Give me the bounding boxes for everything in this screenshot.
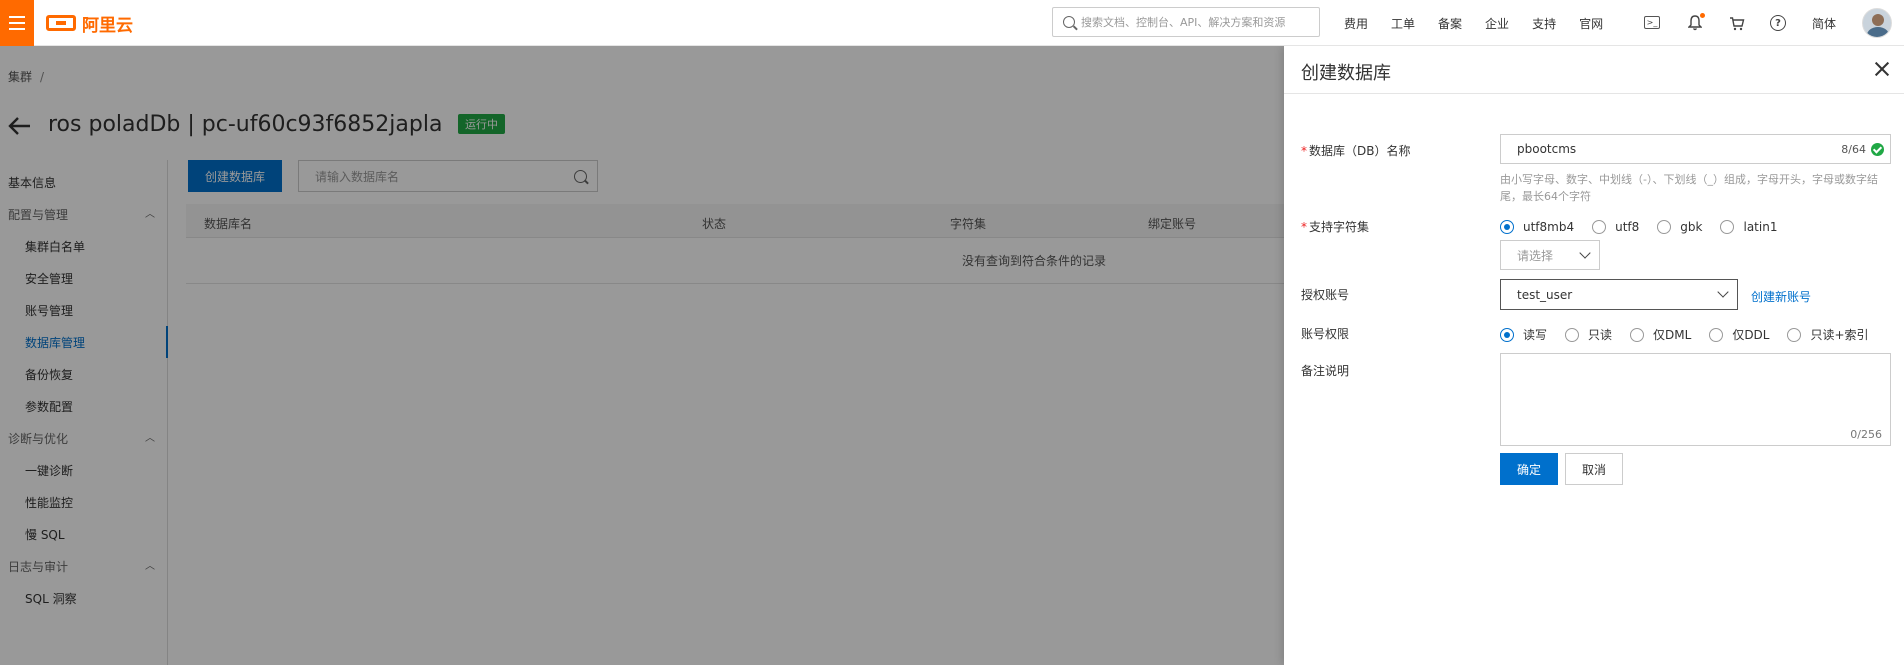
radio-icon [1630,327,1645,342]
help-icon[interactable]: ? [1770,15,1786,31]
create-database-drawer: 创建数据库 * 数据库（DB）名称 pbootcms 8/64 由小写字母、数字、… [1284,46,1904,665]
terminal-icon[interactable]: >_ [1644,16,1660,29]
privilege-option-label: 仅DDL [1732,328,1770,342]
radio-icon [1500,327,1514,342]
privilege-option-ddl-only[interactable]: 仅DDL [1709,326,1769,343]
remark-textarea[interactable]: 0/256 [1500,353,1891,446]
nav-support[interactable]: 支持 [1532,15,1556,32]
modal-overlay[interactable] [0,46,1284,665]
nav-enterprise[interactable]: 企业 [1485,15,1509,32]
account-select[interactable]: test_user [1500,279,1738,310]
aliyun-logo[interactable]: 阿里云 [46,11,133,36]
charset-option-label: latin1 [1743,220,1778,234]
db-name-counter: 8/64 [1841,143,1866,156]
account-value: test_user [1517,287,1573,302]
db-name-value: pbootcms [1517,142,1577,156]
charset-option-gbk[interactable]: gbk [1657,220,1702,234]
menu-icon[interactable] [0,0,34,46]
charset-option-label: gbk [1680,220,1703,234]
remark-counter: 0/256 [1850,428,1882,441]
nav-billing[interactable]: 费用 [1344,15,1368,32]
privilege-option-label: 只读+索引 [1810,328,1869,342]
drawer-title: 创建数据库 [1301,63,1391,84]
cancel-button[interactable]: 取消 [1565,453,1623,485]
radio-icon [1500,220,1514,234]
charset-option-utf8mb4[interactable]: utf8mb4 [1500,220,1574,234]
db-name-label-text: 数据库（DB）名称 [1309,144,1411,158]
charset-label-text: 支持字符集 [1309,220,1370,234]
collation-placeholder: 请选择 [1517,248,1554,263]
account-label: 授权账号 [1301,288,1350,302]
notification-dot [1700,13,1705,18]
privilege-option-read-only[interactable]: 只读 [1565,326,1612,343]
search-icon [1063,16,1075,28]
charset-option-latin1[interactable]: latin1 [1720,220,1777,234]
chevron-down-icon [1579,247,1591,259]
top-nav-links: 费用 工单 备案 企业 支持 官网 [1344,0,1626,46]
db-name-label: * 数据库（DB）名称 [1301,142,1410,159]
radio-icon [1720,220,1735,234]
confirm-button[interactable]: 确定 [1500,453,1558,485]
db-name-hint: 由小写字母、数字、中划线（-）、下划线（_）组成，字母开头，字母或数字结尾，最长… [1500,173,1878,203]
privilege-option-read-index[interactable]: 只读+索引 [1787,326,1869,343]
cart-icon[interactable] [1728,14,1746,32]
global-search-input[interactable]: 搜索文档、控制台、API、解决方案和资源 [1052,7,1320,37]
top-navigation-bar: 阿里云 搜索文档、控制台、API、解决方案和资源 费用 工单 备案 企业 支持 … [0,0,1904,46]
privilege-label: 账号权限 [1301,327,1350,341]
check-circle-icon [1871,143,1884,156]
chevron-down-icon [1717,286,1729,298]
remark-label: 备注说明 [1301,364,1350,378]
charset-option-label: utf8 [1615,220,1640,234]
charset-option-utf8[interactable]: utf8 [1592,220,1639,234]
charset-label: * 支持字符集 [1301,218,1369,235]
bell-icon[interactable] [1686,13,1705,32]
privilege-radio-group: 读写 只读 仅DML 仅DDL 只读+索引 [1500,326,1887,343]
required-mark: * [1301,220,1307,234]
global-search-placeholder: 搜索文档、控制台、API、解决方案和资源 [1081,16,1286,29]
radio-icon [1565,327,1580,342]
nav-official-site[interactable]: 官网 [1579,15,1603,32]
required-mark: * [1301,144,1307,158]
privilege-option-label: 只读 [1588,328,1613,342]
logo-mark-icon [46,15,76,31]
privilege-option-label: 读写 [1523,328,1548,342]
create-account-link[interactable]: 创建新账号 [1751,288,1811,305]
close-icon[interactable] [1873,60,1891,78]
radio-icon [1709,327,1724,342]
db-name-input[interactable]: pbootcms 8/64 [1500,134,1891,164]
charset-option-label: utf8mb4 [1523,220,1575,234]
privilege-option-dml-only[interactable]: 仅DML [1630,326,1691,343]
privilege-option-read-write[interactable]: 读写 [1500,326,1547,343]
brand-name: 阿里云 [82,15,133,36]
nav-tickets[interactable]: 工单 [1391,15,1415,32]
radio-icon [1657,220,1672,234]
radio-icon [1787,327,1802,342]
collation-select[interactable]: 请选择 [1500,240,1600,270]
language-switch[interactable]: 简体 [1812,15,1836,32]
charset-radio-group: utf8mb4 utf8 gbk latin1 [1500,220,1795,234]
avatar[interactable] [1862,8,1892,38]
radio-icon [1592,220,1607,234]
drawer-header: 创建数据库 [1284,46,1904,94]
nav-icp-filing[interactable]: 备案 [1438,15,1462,32]
privilege-option-label: 仅DML [1653,328,1692,342]
